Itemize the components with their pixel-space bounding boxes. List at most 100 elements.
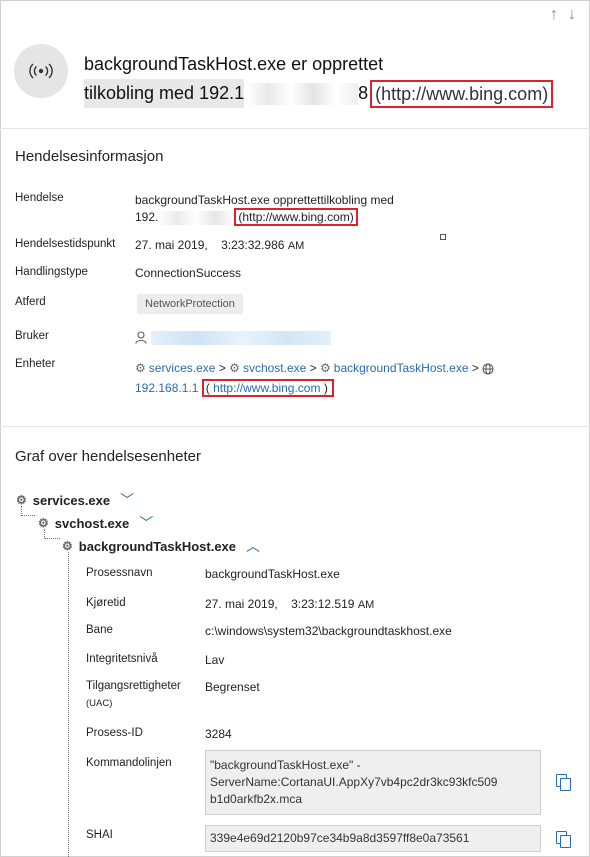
section-title-event-info: Hendelsesinformasjon	[15, 148, 164, 165]
bane-label: Bane	[86, 624, 113, 636]
nav-arrows: ↑ ↓	[550, 6, 576, 24]
handlingstype-value: ConnectionSuccess	[135, 266, 242, 280]
gear-icon: ⚙	[16, 493, 27, 507]
kjoretid-label: Kjøretid	[86, 597, 126, 609]
kjoretid-time: 3:23:12.519	[291, 597, 355, 611]
entity-link-services[interactable]: services.exe	[149, 361, 216, 375]
person-icon	[135, 331, 147, 345]
entity-link-svchost[interactable]: svchost.exe	[243, 361, 306, 375]
commandline-line3: b1d0arkfb2x.mca	[210, 792, 303, 806]
redacted-ip	[158, 210, 235, 225]
bruker-value	[135, 330, 331, 345]
integritet-value: Lav	[205, 653, 225, 667]
copy-icon[interactable]	[556, 831, 571, 848]
prosessid-value: 3284	[205, 727, 232, 741]
gear-icon: ⚙	[320, 361, 331, 375]
behavior-tag: NetworkProtection	[137, 294, 243, 314]
broadcast-icon	[14, 44, 68, 98]
title-line2: tilkobling med 192.1 8 (http://www.bing.…	[84, 79, 584, 108]
row-kommando: Kommandolinjen "backgroundTaskHost.exe" …	[86, 750, 576, 820]
enheter-label: Enheter	[15, 358, 56, 370]
commandline-line2: ServerName:CortanaUI.AppXy7vb4pc2dr3kc93…	[210, 775, 498, 789]
square-marker-icon	[440, 234, 446, 240]
tilgang-value: Begrenset	[205, 680, 260, 694]
up-arrow-icon[interactable]: ↑	[550, 6, 558, 24]
gear-icon: ⚙	[135, 361, 146, 375]
enheter-line1: ⚙ services.exe > ⚙ svchost.exe > ⚙ backgrou…	[135, 358, 494, 378]
row-sha1: SHAI 339e4e69d2120b97ce34b9a8d3597ff8e0a…	[86, 825, 576, 853]
tidspunkt-ampm: AM	[287, 240, 305, 252]
redacted-user[interactable]	[151, 330, 331, 345]
tidspunkt-value: 27. mai 2019, 3:23:32.986 AM	[135, 238, 304, 252]
integritet-label: Integritetsnivå	[86, 653, 158, 665]
title-line2-suffix: 8	[358, 83, 369, 103]
row-tilgang: Tilgangsrettigheter (UAC) Begrenset	[86, 680, 576, 716]
tree-connector	[68, 552, 69, 857]
sha1-value: 339e4e69d2120b97ce34b9a8d3597ff8e0a73561	[210, 831, 470, 845]
copy-icon[interactable]	[556, 774, 571, 791]
gear-icon: ⚙	[229, 361, 240, 375]
sha1-label: SHAI	[86, 829, 113, 841]
divider	[0, 426, 590, 427]
tidspunkt-date: 27. mai 2019,	[135, 238, 208, 252]
globe-icon	[482, 363, 494, 375]
separator: >	[309, 361, 317, 375]
title-line2-prefix: tilkobling med 192.1	[84, 79, 245, 108]
handlingstype-label: Handlingstype	[15, 266, 88, 278]
enheter-value: ⚙ services.exe > ⚙ svchost.exe > ⚙ backgrou…	[135, 358, 494, 398]
chevron-down-icon[interactable]: ﹀	[139, 513, 153, 533]
tidspunkt-time: 3:23:32.986	[221, 238, 285, 252]
tilgang-label-text: Tilgangsrettigheter	[86, 680, 181, 692]
separator: >	[218, 361, 226, 375]
tree-node-label: svchost.exe	[54, 515, 130, 531]
hendelse-label: Hendelse	[15, 192, 64, 204]
tree-node-label: services.exe	[32, 492, 111, 508]
tilgang-label-sub: (UAC)	[86, 698, 113, 709]
tilgang-label: Tilgangsrettigheter (UAC)	[86, 680, 181, 709]
chevron-down-icon[interactable]: ﹀	[120, 490, 134, 510]
kjoretid-ampm: AM	[357, 599, 375, 611]
entity-link-url[interactable]: http://www.bing.com	[213, 381, 320, 395]
page-title: backgroundTaskHost.exe er opprettet tilk…	[84, 50, 584, 108]
hendelse-line1: backgroundTaskHost.exe opprettettilkobli…	[135, 193, 394, 207]
row-enheter: Enheter ⚙ services.exe > ⚙ svchost.exe > ⚙…	[15, 358, 575, 398]
hendelse-ip-prefix: 192.	[135, 210, 159, 224]
tree-connector	[21, 506, 35, 516]
tree-connector	[44, 529, 60, 539]
separator: >	[471, 361, 479, 375]
tree-node-label: backgroundTaskHost.exe	[78, 538, 237, 554]
divider	[0, 128, 590, 129]
atferd-label: Atferd	[15, 296, 46, 308]
kjoretid-date: 27. mai 2019,	[205, 597, 278, 611]
title-url-highlight: (http://www.bing.com)	[370, 79, 554, 108]
enheter-line2: 192.168.1.1 ( http://www.bing.com )	[135, 378, 494, 398]
tidspunkt-label: Hendelsestidspunkt	[15, 238, 116, 250]
down-arrow-icon[interactable]: ↓	[568, 6, 576, 24]
enheter-url-highlight: ( http://www.bing.com )	[201, 379, 334, 397]
tree-node-backgroundtaskhost[interactable]: ⚙ backgroundTaskHost.exe ︿	[62, 536, 260, 556]
hendelse-value: backgroundTaskHost.exe opprettettilkobli…	[135, 192, 394, 226]
prosessid-label: Prosess-ID	[86, 727, 143, 739]
sha1-box[interactable]: 339e4e69d2120b97ce34b9a8d3597ff8e0a73561	[205, 825, 541, 852]
paren-open: (	[205, 381, 210, 395]
redacted-ip	[246, 82, 359, 105]
title-line1: backgroundTaskHost.exe er opprettet	[84, 54, 384, 74]
chevron-up-icon[interactable]: ︿	[246, 536, 260, 556]
section-title-graph: Graf over hendelsesenheter	[15, 448, 201, 465]
commandline-box[interactable]: "backgroundTaskHost.exe" - ServerName:Co…	[205, 750, 541, 815]
prosessnavn-link[interactable]: backgroundTaskHost.exe	[205, 567, 340, 581]
bruker-label: Bruker	[15, 330, 49, 342]
gear-icon: ⚙	[38, 516, 49, 530]
hendelse-url-highlight: (http://www.bing.com)	[234, 208, 358, 226]
atferd-value: NetworkProtection	[137, 294, 243, 314]
row-hendelse: Hendelse backgroundTaskHost.exe opprette…	[15, 192, 575, 232]
kommando-label: Kommandolinjen	[86, 757, 172, 769]
hendelse-line2: 192. (http://www.bing.com)	[135, 208, 394, 226]
entity-link-ip[interactable]: 192.168.1.1	[135, 381, 198, 395]
gear-icon: ⚙	[62, 539, 73, 553]
bane-value: c:\windows\system32\backgroundtaskhost.e…	[205, 624, 452, 638]
paren-close: )	[323, 381, 328, 395]
kjoretid-value: 27. mai 2019, 3:23:12.519 AM	[205, 597, 374, 611]
prosessnavn-label: Prosessnavn	[86, 567, 153, 579]
entity-link-backgroundtaskhost[interactable]: backgroundTaskHost.exe	[334, 361, 469, 375]
